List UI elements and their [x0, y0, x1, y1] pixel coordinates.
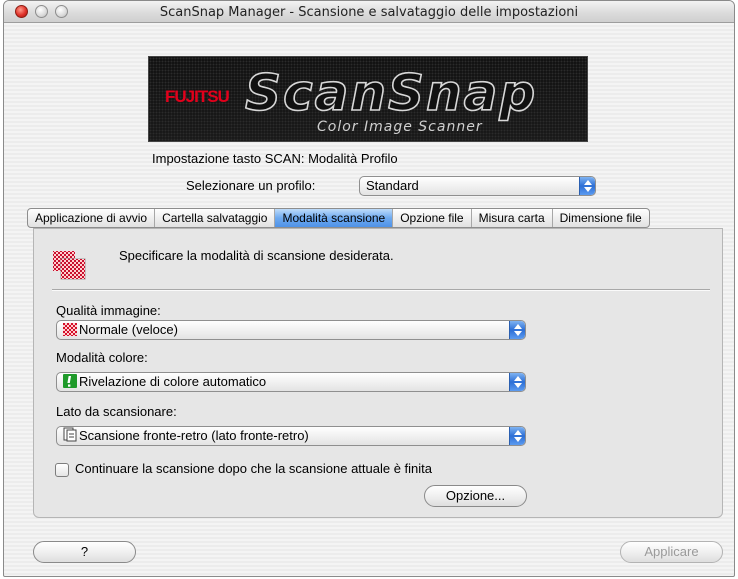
color-mode-select[interactable]: Rivelazione di colore automatico: [56, 372, 526, 392]
image-quality-label: Qualità immagine:: [56, 303, 161, 318]
color-mode-value: Rivelazione di colore automatico: [79, 374, 267, 389]
panel-separator: [52, 289, 710, 291]
scan-button-setting-text: Impostazione tasto SCAN: Modalità Profil…: [152, 151, 398, 166]
select-arrows-icon: [579, 177, 595, 195]
window-title: ScanSnap Manager - Scansione e salvatagg…: [159, 5, 579, 20]
tab-misura-carta[interactable]: Misura carta: [472, 209, 553, 227]
scansnap-logo-text: ScanSnap: [244, 64, 538, 122]
scan-side-value: Scansione fronte-retro (lato fronte-retr…: [79, 428, 309, 443]
option-button[interactable]: Opzione...: [424, 485, 527, 507]
apply-button[interactable]: Applicare: [620, 541, 723, 563]
help-button[interactable]: ?: [33, 541, 136, 563]
logo-subtitle: Color Image Scanner: [317, 119, 483, 135]
select-arrows-icon: [509, 321, 525, 339]
scan-side-select[interactable]: Scansione fronte-retro (lato fronte-retr…: [56, 426, 526, 446]
profile-select[interactable]: Standard: [359, 176, 596, 196]
auto-color-icon: [63, 374, 77, 388]
image-quality-value: Normale (veloce): [79, 322, 178, 337]
scansnap-logo: FUJITSU ScanSnap Color Image Scanner: [148, 56, 588, 142]
color-mode-label: Modalità colore:: [56, 350, 148, 365]
select-arrows-icon: [509, 427, 525, 445]
panel-instruction: Specificare la modalità di scansione des…: [119, 248, 394, 263]
settings-tabs: Applicazione di avvio Cartella salvatagg…: [27, 208, 650, 228]
fujitsu-logo-text: FUJITSU: [165, 87, 230, 106]
image-quality-select[interactable]: Normale (veloce): [56, 320, 526, 340]
select-arrows-icon: [509, 373, 525, 391]
tab-opzione-file[interactable]: Opzione file: [393, 209, 472, 227]
continue-scan-checkbox[interactable]: [55, 463, 69, 477]
duplex-page-icon: [63, 427, 77, 442]
continue-scan-label[interactable]: Continuare la scansione dopo che la scan…: [75, 461, 432, 476]
tab-applicazione-di-avvio[interactable]: Applicazione di avvio: [28, 209, 156, 227]
tab-cartella-salvataggio[interactable]: Cartella salvataggio: [155, 209, 276, 227]
profile-select-value: Standard: [366, 178, 419, 193]
checker-quality-icon: [63, 323, 77, 336]
title-bar[interactable]: ScanSnap Manager - Scansione e salvatagg…: [4, 1, 734, 23]
scan-mode-checker-icon: [53, 251, 86, 280]
tab-modalita-scansione[interactable]: Modalità scansione: [275, 209, 394, 227]
tab-dimensione-file[interactable]: Dimensione file: [553, 209, 649, 227]
profile-label: Selezionare un profilo:: [186, 178, 316, 193]
scan-side-label: Lato da scansionare:: [56, 404, 177, 419]
